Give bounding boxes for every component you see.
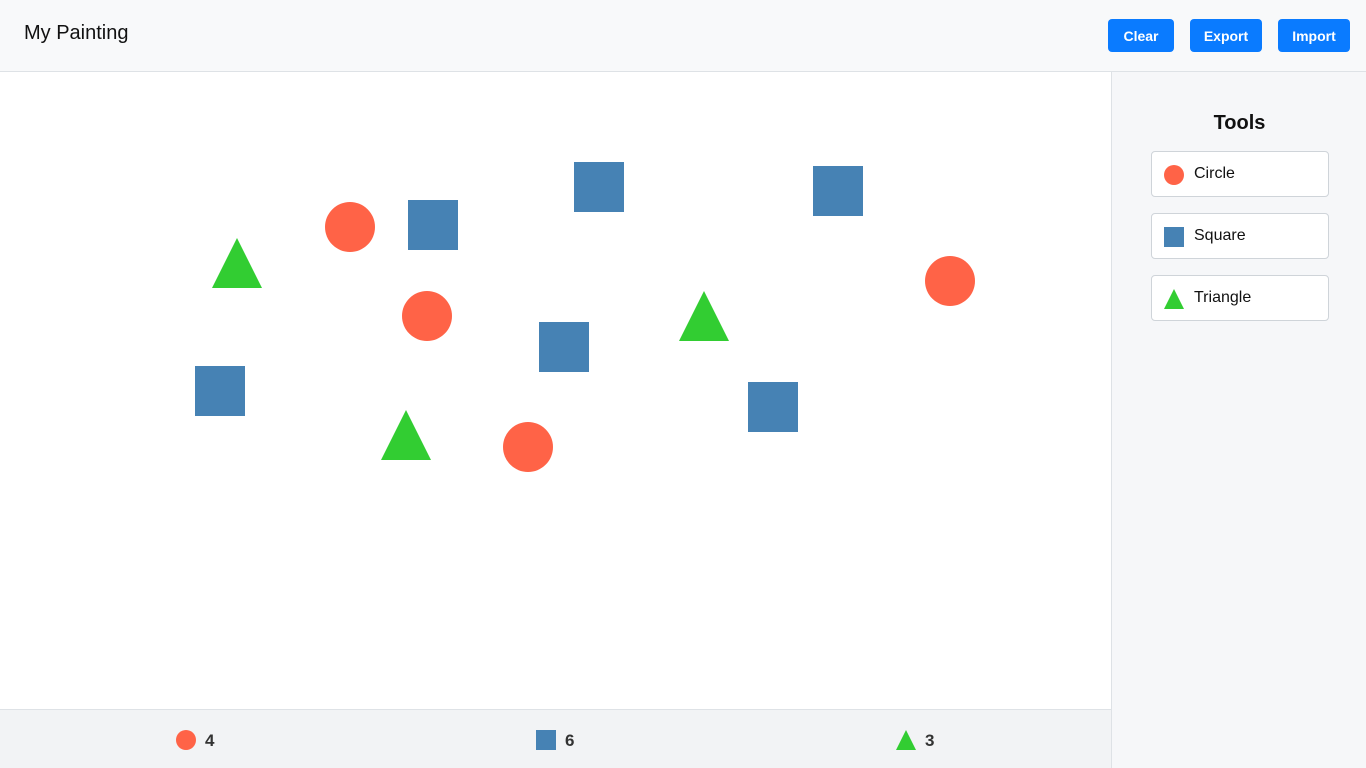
canvas-triangle[interactable] <box>212 238 262 288</box>
triangle-icon <box>896 730 916 750</box>
tool-triangle-button[interactable]: Triangle <box>1151 275 1329 321</box>
canvas-triangle[interactable] <box>381 410 431 460</box>
square-count-value: 6 <box>565 731 575 750</box>
drawing-canvas[interactable] <box>0 72 1111 709</box>
canvas-square[interactable] <box>408 200 458 250</box>
canvas-square[interactable] <box>195 366 245 416</box>
import-button[interactable]: Import <box>1278 19 1350 52</box>
circle-icon <box>1164 165 1184 185</box>
clear-button[interactable]: Clear <box>1108 19 1174 52</box>
canvas-square[interactable] <box>748 382 798 432</box>
square-icon <box>536 730 556 750</box>
tool-square-label: Square <box>1194 227 1246 244</box>
shape-count-bar: 4 6 3 <box>0 709 1111 768</box>
tool-triangle-label: Triangle <box>1194 289 1252 306</box>
canvas-square[interactable] <box>574 162 624 212</box>
canvas-circle[interactable] <box>503 422 553 472</box>
circle-icon <box>176 730 196 750</box>
canvas-square[interactable] <box>813 166 863 216</box>
canvas-circle[interactable] <box>925 256 975 306</box>
square-icon <box>1164 227 1184 247</box>
canvas-circle[interactable] <box>402 291 452 341</box>
export-button[interactable]: Export <box>1190 19 1262 52</box>
tools-title: Tools <box>1213 112 1266 134</box>
tool-square-button[interactable]: Square <box>1151 213 1329 259</box>
triangle-icon <box>1164 289 1184 309</box>
circle-count-value: 4 <box>205 731 215 750</box>
canvas-circle[interactable] <box>325 202 375 252</box>
tool-circle-label: Circle <box>1194 165 1235 182</box>
header-bar: My Painting Clear Export Import <box>0 0 1366 72</box>
tools-sidebar: Tools Circle Square Triangle <box>1111 72 1366 768</box>
painting-title: My Painting <box>24 22 129 44</box>
tool-circle-button[interactable]: Circle <box>1151 151 1329 197</box>
canvas-triangle[interactable] <box>679 291 729 341</box>
canvas-square[interactable] <box>539 322 589 372</box>
triangle-count-value: 3 <box>925 731 935 750</box>
